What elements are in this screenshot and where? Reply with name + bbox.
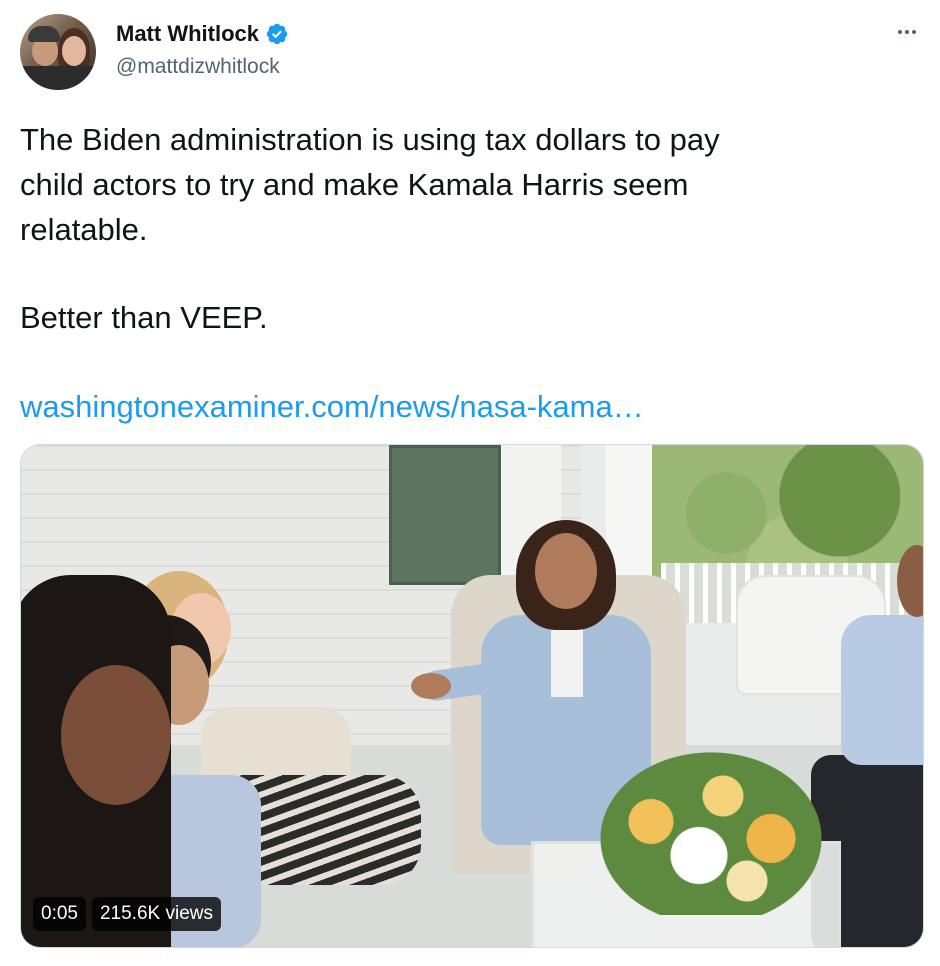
tweet-text-line: The Biden administration is using tax do… xyxy=(20,122,720,157)
video-timestamp: 0:05 xyxy=(33,897,86,931)
video-view-count: 215.6K views xyxy=(91,897,221,931)
author-name-row[interactable]: Matt Whitlock xyxy=(116,20,289,48)
more-options-icon[interactable] xyxy=(892,20,922,44)
tweet-text-line: child actors to try and make Kamala Harr… xyxy=(20,167,689,202)
tweet-text-line: relatable. xyxy=(20,212,148,247)
verified-badge-icon xyxy=(265,22,289,46)
author-handle[interactable]: @mattdizwhitlock xyxy=(116,53,280,81)
tweet-text-paragraph: Better than VEEP. xyxy=(20,300,268,335)
author-display-name[interactable]: Matt Whitlock xyxy=(116,20,259,48)
video-player[interactable]: 0:05 215.6K views xyxy=(20,444,924,948)
tweet-card: Matt Whitlock @mattdizwhitlock The Biden… xyxy=(0,0,940,966)
avatar[interactable] xyxy=(20,14,96,90)
video-thumbnail xyxy=(21,445,923,947)
tweet-text: The Biden administration is using tax do… xyxy=(20,117,910,252)
tweet-link[interactable]: washingtonexaminer.com/news/nasa-kama… xyxy=(20,384,644,429)
video-info-badge: 0:05 215.6K views xyxy=(33,897,221,931)
